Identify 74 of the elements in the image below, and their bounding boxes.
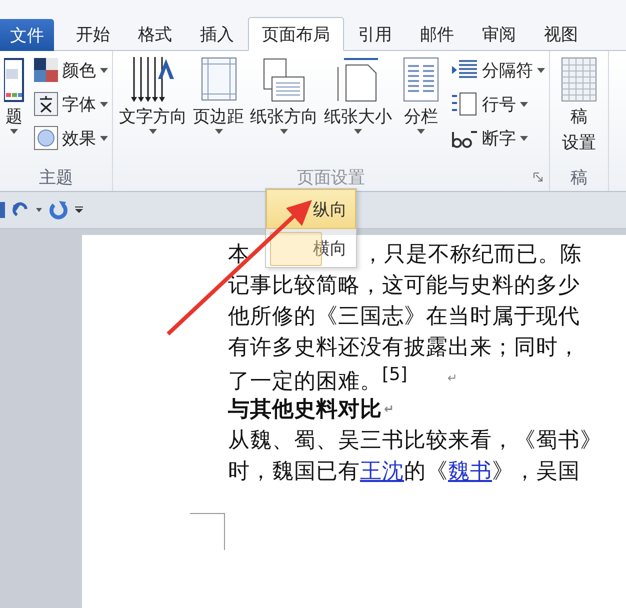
ribbon-tab[interactable]: 插入	[186, 17, 248, 51]
ribbon-tab[interactable]: 引用	[344, 17, 406, 51]
margins-icon	[200, 57, 236, 103]
menu-item[interactable]: 纵向	[266, 189, 356, 229]
ribbon-button[interactable]: 稿 设置	[554, 55, 604, 157]
ribbon-button-label: 分栏	[404, 106, 438, 129]
group-label: 页面设置	[297, 166, 365, 188]
ribbon-button-label: 文字方向	[119, 106, 187, 129]
ribbon-button[interactable]: 字体	[34, 89, 108, 119]
ribbon-tab[interactable]: 开始	[62, 17, 124, 51]
text-direction-icon	[130, 57, 176, 103]
line-numbers-icon	[452, 92, 478, 116]
document-text: 他所修的《三国志》在当时属于现代	[228, 303, 580, 331]
grid-paper-icon	[561, 57, 597, 103]
menu-item[interactable]: 横向	[266, 229, 356, 267]
ribbon-button-label: 纸张大小	[324, 106, 392, 129]
group-label: 主题	[39, 166, 73, 188]
ribbon-button[interactable]: 断字	[452, 123, 545, 153]
ribbon-button-label: 行号	[482, 94, 516, 116]
font-icon	[34, 92, 58, 116]
effects-icon	[34, 126, 58, 150]
ribbon-button-label: 效果	[62, 128, 96, 150]
crop-mark	[190, 513, 225, 550]
ribbon-button[interactable]: 分栏	[396, 55, 446, 136]
paper-size-icon	[336, 57, 380, 103]
redo-icon[interactable]	[48, 200, 68, 220]
ribbon-button[interactable]: 行号	[452, 89, 545, 119]
ribbon-button-label: 断字	[482, 128, 516, 150]
ribbon-button-label: 题	[6, 106, 22, 129]
ribbon-tab[interactable]: 格式	[124, 17, 186, 51]
ribbon-button-label: 稿	[570, 106, 588, 129]
theme-icon	[4, 57, 24, 103]
document-text: ，只是不称纪而已。陈	[362, 241, 582, 269]
link[interactable]: 王沈	[360, 456, 404, 487]
customize-toolbar-icon[interactable]	[74, 206, 84, 214]
ribbon-button[interactable]: 效果	[34, 123, 108, 153]
ribbon-button[interactable]: 纸张方向	[248, 55, 320, 136]
ribbon-tab[interactable]: 邮件	[406, 17, 468, 51]
ribbon-button[interactable]: 文字方向	[117, 55, 189, 136]
ribbon-button[interactable]: 颜色	[34, 55, 108, 85]
paragraph-mark: ↵	[384, 401, 394, 418]
columns-icon	[403, 57, 439, 103]
dialog-launcher-icon[interactable]	[533, 172, 543, 182]
link[interactable]: 魏书	[448, 456, 492, 487]
document-text: 的《	[404, 458, 448, 486]
ribbon-tab[interactable]: 视图	[530, 17, 592, 51]
paragraph-mark: ↵	[447, 370, 458, 387]
document-text: 从魏、蜀、吴三书比较来看，《蜀书》	[228, 427, 602, 455]
document-text: 》，吴国	[492, 458, 580, 486]
ribbon-tab[interactable]: 页面布局	[248, 17, 344, 51]
save-icon[interactable]	[0, 200, 6, 220]
group-label: 稿	[570, 166, 588, 188]
color-swatch-icon	[34, 58, 58, 82]
ribbon-button[interactable]: 页边距	[191, 55, 246, 136]
document-text: 时，魏国已有	[228, 458, 360, 486]
ribbon-button[interactable]: 纸张大小	[322, 55, 394, 136]
document-text: 有许多史料还没有披露出来；同时，	[228, 334, 580, 362]
document-text: 本	[228, 241, 250, 269]
undo-icon[interactable]	[12, 201, 30, 219]
ribbon-button-label: 纸张方向	[250, 106, 318, 129]
file-tab[interactable]: 文件	[0, 19, 54, 51]
document-text: 记事比较简略，这可能与史料的多少	[228, 272, 580, 300]
ribbon-button-label: 颜色	[62, 60, 96, 82]
page-orientation-icon	[262, 57, 306, 103]
ribbon-button-label: 设置	[562, 132, 596, 155]
ribbon-button-label: 分隔符	[482, 60, 533, 82]
ribbon-button[interactable]: 题	[0, 55, 28, 136]
document-text: 了一定的困难。$^{[5]}$	[228, 363, 408, 397]
dropdown-arrow-icon[interactable]	[36, 208, 42, 212]
ribbon-button-label: 页边距	[193, 106, 244, 129]
heading-text: 与其他史料对比	[228, 396, 382, 424]
ribbon-button-label: 字体	[62, 94, 96, 116]
ribbon-tab[interactable]: 审阅	[468, 17, 530, 51]
ribbon-button[interactable]: 分隔符	[452, 55, 545, 85]
